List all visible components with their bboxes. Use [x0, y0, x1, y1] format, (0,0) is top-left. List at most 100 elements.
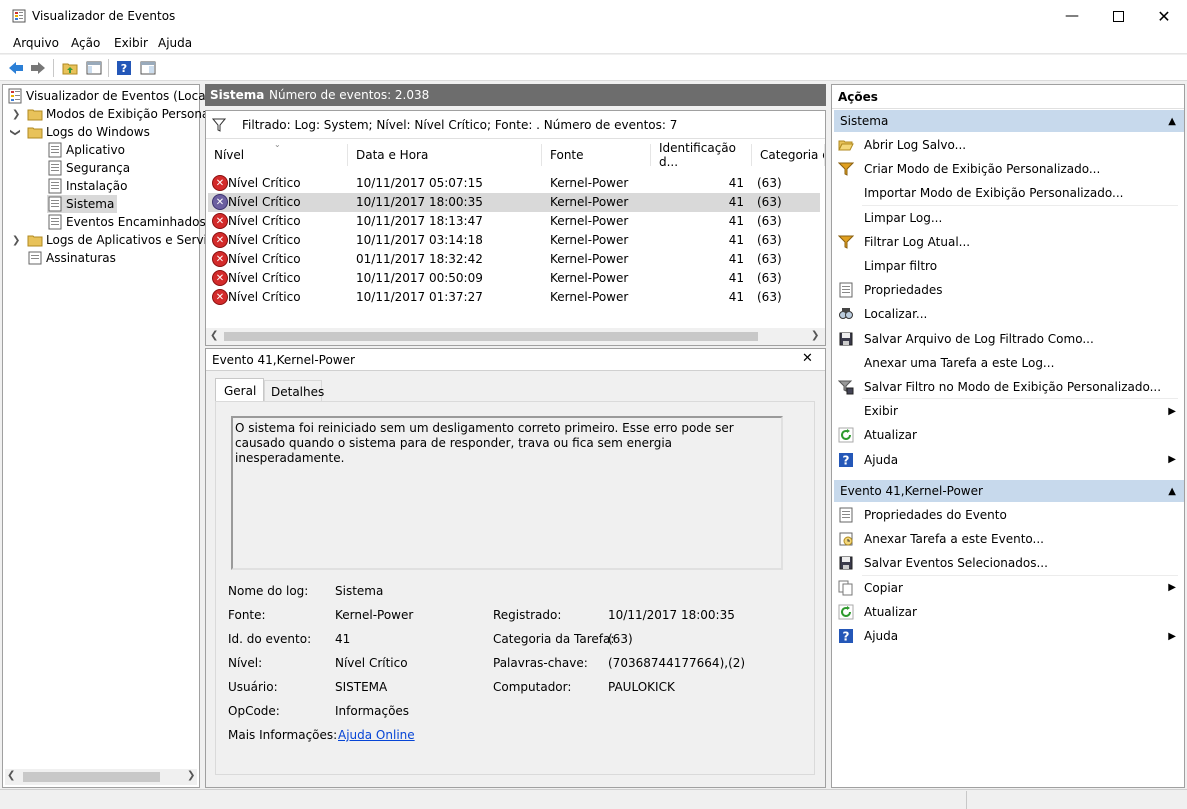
action-item[interactable]: Propriedades do Evento [834, 503, 1182, 527]
up-folder-button[interactable] [60, 58, 80, 78]
chevron-right-icon[interactable]: ❯ [12, 109, 20, 120]
menu-ajuda[interactable]: Ajuda [158, 36, 192, 50]
blank-icon [838, 185, 854, 201]
field-value[interactable]: 41 [335, 632, 350, 646]
scroll-right-icon[interactable]: ❯ [187, 770, 195, 781]
help-icon: ? [838, 628, 854, 644]
tree-item-root[interactable]: Visualizador de Eventos (Local) [7, 87, 214, 105]
action-label: Propriedades [864, 283, 943, 298]
column-header-data-hora[interactable]: Data e Hora [348, 144, 542, 166]
tree-item-label: Segurança [66, 161, 131, 175]
actions-section-sistema[interactable]: Sistema ▲ [834, 110, 1184, 132]
console-tree-pane: Visualizador de Eventos (Local) ❯ Modos … [2, 84, 221, 788]
table-row[interactable]: ✕ Nível Crítico 10/11/2017 18:13:47 Kernel-… [208, 212, 820, 231]
tree-item-instalacao[interactable]: Instalação [47, 177, 127, 195]
table-row[interactable]: ✕ Nível Crítico 10/11/2017 05:07:15 Kernel-… [208, 174, 820, 193]
action-item[interactable]: Criar Modo de Exibição Personalizado... [834, 157, 1182, 181]
actions-section-event[interactable]: Evento 41,Kernel-Power ▲ [834, 480, 1184, 502]
field-value[interactable]: SISTEMA [335, 680, 387, 694]
tab-geral[interactable]: Geral [215, 378, 264, 402]
column-header-nivel[interactable]: Nível ⌄ [206, 140, 348, 166]
scroll-left-icon[interactable]: ❮ [7, 770, 15, 781]
scroll-left-icon[interactable]: ❮ [210, 330, 218, 341]
scrollbar-thumb[interactable] [224, 332, 758, 341]
collapse-icon[interactable]: ▲ [1168, 116, 1176, 127]
tree-item-seguranca[interactable]: Segurança [47, 159, 130, 177]
collapse-icon[interactable]: ▲ [1168, 486, 1176, 497]
tree-horizontal-scrollbar[interactable]: ❮ ❯ [5, 769, 197, 785]
critical-error-icon: ✕ [212, 270, 228, 286]
action-item[interactable]: Importar Modo de Exibição Personalizado.… [834, 181, 1182, 205]
show-hide-action-pane-button[interactable] [138, 58, 158, 78]
field-value[interactable]: 10/11/2017 18:00:35 [608, 608, 735, 622]
cell-date: 10/11/2017 18:13:47 [356, 214, 483, 228]
field-value[interactable]: Nível Crítico [335, 656, 408, 670]
event-viewer-app-icon [12, 9, 26, 23]
tree-item-aplicativo[interactable]: Aplicativo [47, 141, 125, 159]
action-item[interactable]: Exibir ▶ [834, 399, 1182, 423]
tree-item-label: Assinaturas [46, 251, 116, 265]
tree-item-sistema[interactable]: Sistema [47, 195, 118, 213]
action-item[interactable]: ? Ajuda ▶ [834, 448, 1182, 472]
menu-exibir[interactable]: Exibir [114, 36, 148, 50]
show-hide-tree-button[interactable] [84, 58, 104, 78]
field-value[interactable]: Informações [335, 704, 409, 718]
action-item[interactable]: Propriedades [834, 278, 1182, 302]
field-value[interactable]: Sistema [335, 584, 383, 598]
help-button[interactable]: ? [114, 58, 134, 78]
field-label: Usuário: [228, 680, 278, 694]
action-item[interactable]: Limpar filtro [834, 254, 1182, 278]
event-description[interactable]: O sistema foi reiniciado sem um desligam… [231, 416, 783, 570]
column-header-id[interactable]: Identificação d... [651, 141, 752, 169]
action-item[interactable]: Atualizar [834, 600, 1182, 624]
field-value[interactable]: Kernel-Power [335, 608, 413, 622]
column-header-categoria[interactable]: Categoria da [752, 144, 825, 166]
action-item[interactable]: Atualizar [834, 423, 1182, 447]
event-count: Número de eventos: 2.038 [269, 88, 430, 102]
table-row[interactable]: ✕ Nível Crítico 10/11/2017 01:37:27 Kernel-… [208, 288, 820, 307]
tab-detalhes[interactable]: Detalhes [264, 380, 324, 401]
scroll-right-icon[interactable]: ❯ [811, 330, 819, 341]
table-row[interactable]: ✕ Nível Crítico 01/11/2017 18:32:42 Kernel-… [208, 250, 820, 269]
cell-level: Nível Crítico [228, 271, 301, 285]
action-item[interactable]: Salvar Arquivo de Log Filtrado Como... [834, 327, 1182, 351]
table-row[interactable]: ✕ Nível Crítico 10/11/2017 18:00:35 Kernel-… [208, 193, 820, 212]
tree-item-subscriptions[interactable]: Assinaturas [27, 249, 116, 267]
maximize-button[interactable] [1095, 0, 1141, 32]
forward-button[interactable] [28, 58, 48, 78]
tree-item-custom-views[interactable]: Modos de Exibição Personali [27, 105, 216, 123]
field-value[interactable]: (63) [608, 632, 633, 646]
close-detail-icon[interactable]: ✕ [802, 351, 813, 366]
tree-item-app-logs[interactable]: Logs de Aplicativos e Serviço [27, 231, 221, 249]
minimize-button[interactable]: — [1049, 0, 1095, 32]
table-row[interactable]: ✕ Nível Crítico 10/11/2017 03:14:18 Kernel-… [208, 231, 820, 250]
action-item[interactable]: Salvar Eventos Selecionados... [834, 551, 1182, 575]
action-item[interactable]: Anexar Tarefa a este Evento... [834, 527, 1182, 551]
help-online-link[interactable]: Ajuda Online [338, 728, 415, 742]
action-item[interactable]: Anexar uma Tarefa a este Log... [834, 351, 1182, 375]
column-header-fonte[interactable]: Fonte [542, 144, 651, 166]
list-horizontal-scrollbar[interactable]: ❮ ❯ [206, 328, 825, 345]
back-button[interactable] [6, 58, 26, 78]
tree-item-windows-logs[interactable]: Logs do Windows [27, 123, 150, 141]
field-value[interactable]: (70368744177664),(2) [608, 656, 745, 670]
action-item[interactable]: Copiar ▶ [834, 576, 1182, 600]
chevron-right-icon[interactable]: ❯ [12, 235, 20, 246]
table-row[interactable]: ✕ Nível Crítico 10/11/2017 00:50:09 Kernel-… [208, 269, 820, 288]
field-value[interactable]: PAULOKICK [608, 680, 675, 694]
menu-arquivo[interactable]: Arquivo [13, 36, 59, 50]
action-item[interactable]: Salvar Filtro no Modo de Exibição Person… [834, 375, 1182, 399]
action-item[interactable]: Limpar Log... [834, 206, 1182, 230]
find-icon [838, 306, 854, 322]
close-window-button[interactable]: ✕ [1141, 0, 1187, 32]
tree-item-label: Instalação [66, 179, 128, 193]
scrollbar-thumb[interactable] [23, 772, 160, 782]
action-item[interactable]: Filtrar Log Atual... [834, 230, 1182, 254]
menu-acao[interactable]: Ação [71, 36, 100, 50]
action-item[interactable]: ? Ajuda ▶ [834, 624, 1182, 648]
action-label: Limpar filtro [864, 259, 938, 273]
action-item[interactable]: Localizar... [834, 302, 1182, 326]
action-item[interactable]: Abrir Log Salvo... [834, 133, 1182, 157]
tree-item-eventos-encaminhados[interactable]: Eventos Encaminhados [47, 213, 206, 231]
chevron-down-icon[interactable]: ❯ [10, 128, 21, 136]
